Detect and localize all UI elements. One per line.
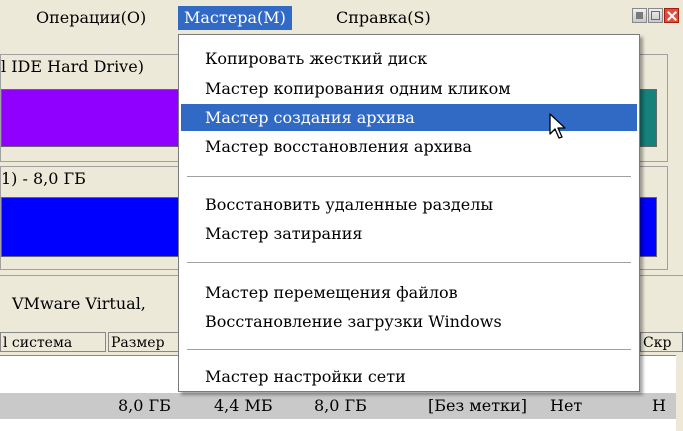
partition-bar-purple[interactable]: [1, 89, 191, 147]
cell-size: 8,0 ГБ: [118, 396, 171, 415]
maximize-icon[interactable]: [648, 8, 663, 23]
menu-bar: Операции(O) Мастера(M) Справка(S): [0, 0, 683, 34]
menu-item-restore-boot[interactable]: Восстановление загрузки Windows: [181, 308, 637, 335]
cell-total: 8,0 ГБ: [314, 396, 367, 415]
column-header-size[interactable]: Размер: [108, 332, 180, 352]
table-row[interactable]: 8,0 ГБ 4,4 МБ 8,0 ГБ [Без метки] Нет Н: [0, 393, 676, 419]
menu-separator: [187, 262, 631, 264]
window-controls: [632, 8, 679, 23]
partition-bar-blue[interactable]: [1, 197, 191, 257]
column-header-filesystem[interactable]: l система: [0, 332, 106, 352]
menu-item-move-files[interactable]: Мастер перемещения файлов: [181, 279, 637, 306]
menu-item-recover-partitions[interactable]: Восстановить удаленные разделы: [181, 191, 637, 218]
disk-1-title: l IDE Hard Drive): [1, 57, 144, 76]
disk-2-title: 1) - 8,0 ГБ: [1, 169, 86, 188]
menu-wizards[interactable]: Мастера(M): [178, 6, 292, 30]
column-header-hidden[interactable]: Скр: [640, 332, 683, 352]
menu-item-one-click-copy[interactable]: Мастер копирования одним кликом: [181, 75, 637, 102]
cell-last: Н: [652, 396, 666, 415]
cell-label: [Без метки]: [428, 396, 527, 415]
vm-disk-label: VMware Virtual,: [12, 294, 146, 313]
wizards-dropdown-menu: Копировать жесткий диск Мастер копирован…: [178, 34, 640, 392]
cell-flag: Нет: [550, 396, 583, 415]
minimize-icon[interactable]: [632, 8, 647, 23]
close-icon[interactable]: [664, 8, 679, 23]
menu-item-copy-disk[interactable]: Копировать жесткий диск: [181, 45, 637, 72]
menu-operations[interactable]: Операции(O): [30, 6, 152, 30]
menu-separator: [187, 176, 631, 178]
cell-used: 4,4 МБ: [214, 396, 273, 415]
menu-separator: [187, 349, 631, 351]
mouse-cursor-icon: [549, 113, 566, 139]
menu-item-network-setup[interactable]: Мастер настройки сети: [181, 363, 637, 390]
menu-help[interactable]: Справка(S): [330, 6, 437, 30]
menu-item-wipe[interactable]: Мастер затирания: [181, 220, 637, 247]
